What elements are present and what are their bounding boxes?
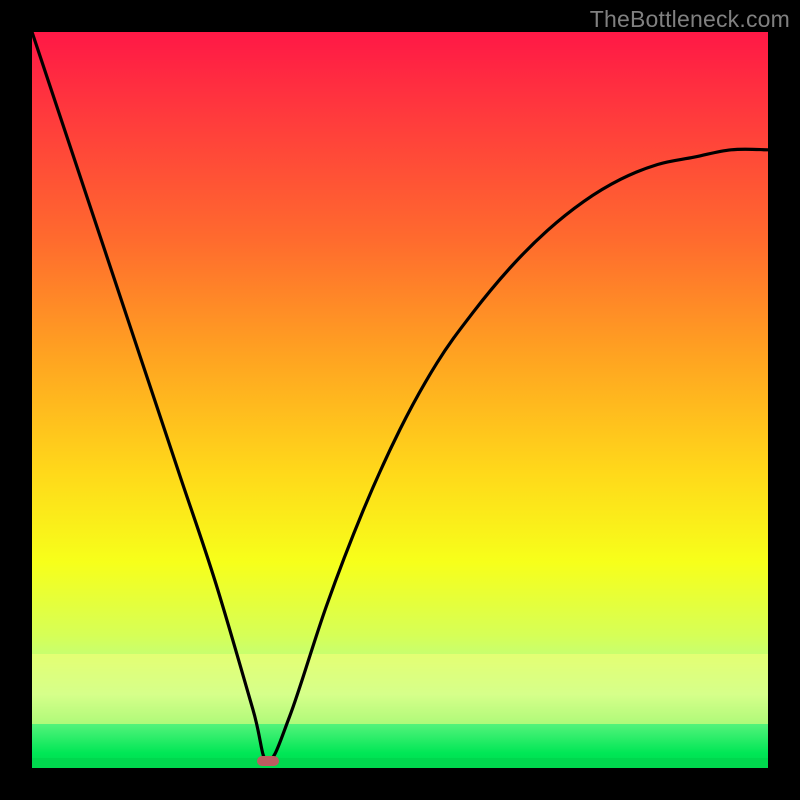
- bottleneck-curve: [32, 32, 768, 768]
- highlight-band: [32, 654, 768, 724]
- chart-frame: TheBottleneck.com: [0, 0, 800, 800]
- watermark-text: TheBottleneck.com: [590, 6, 790, 33]
- plot-area: [32, 32, 768, 768]
- baseline: [32, 758, 768, 768]
